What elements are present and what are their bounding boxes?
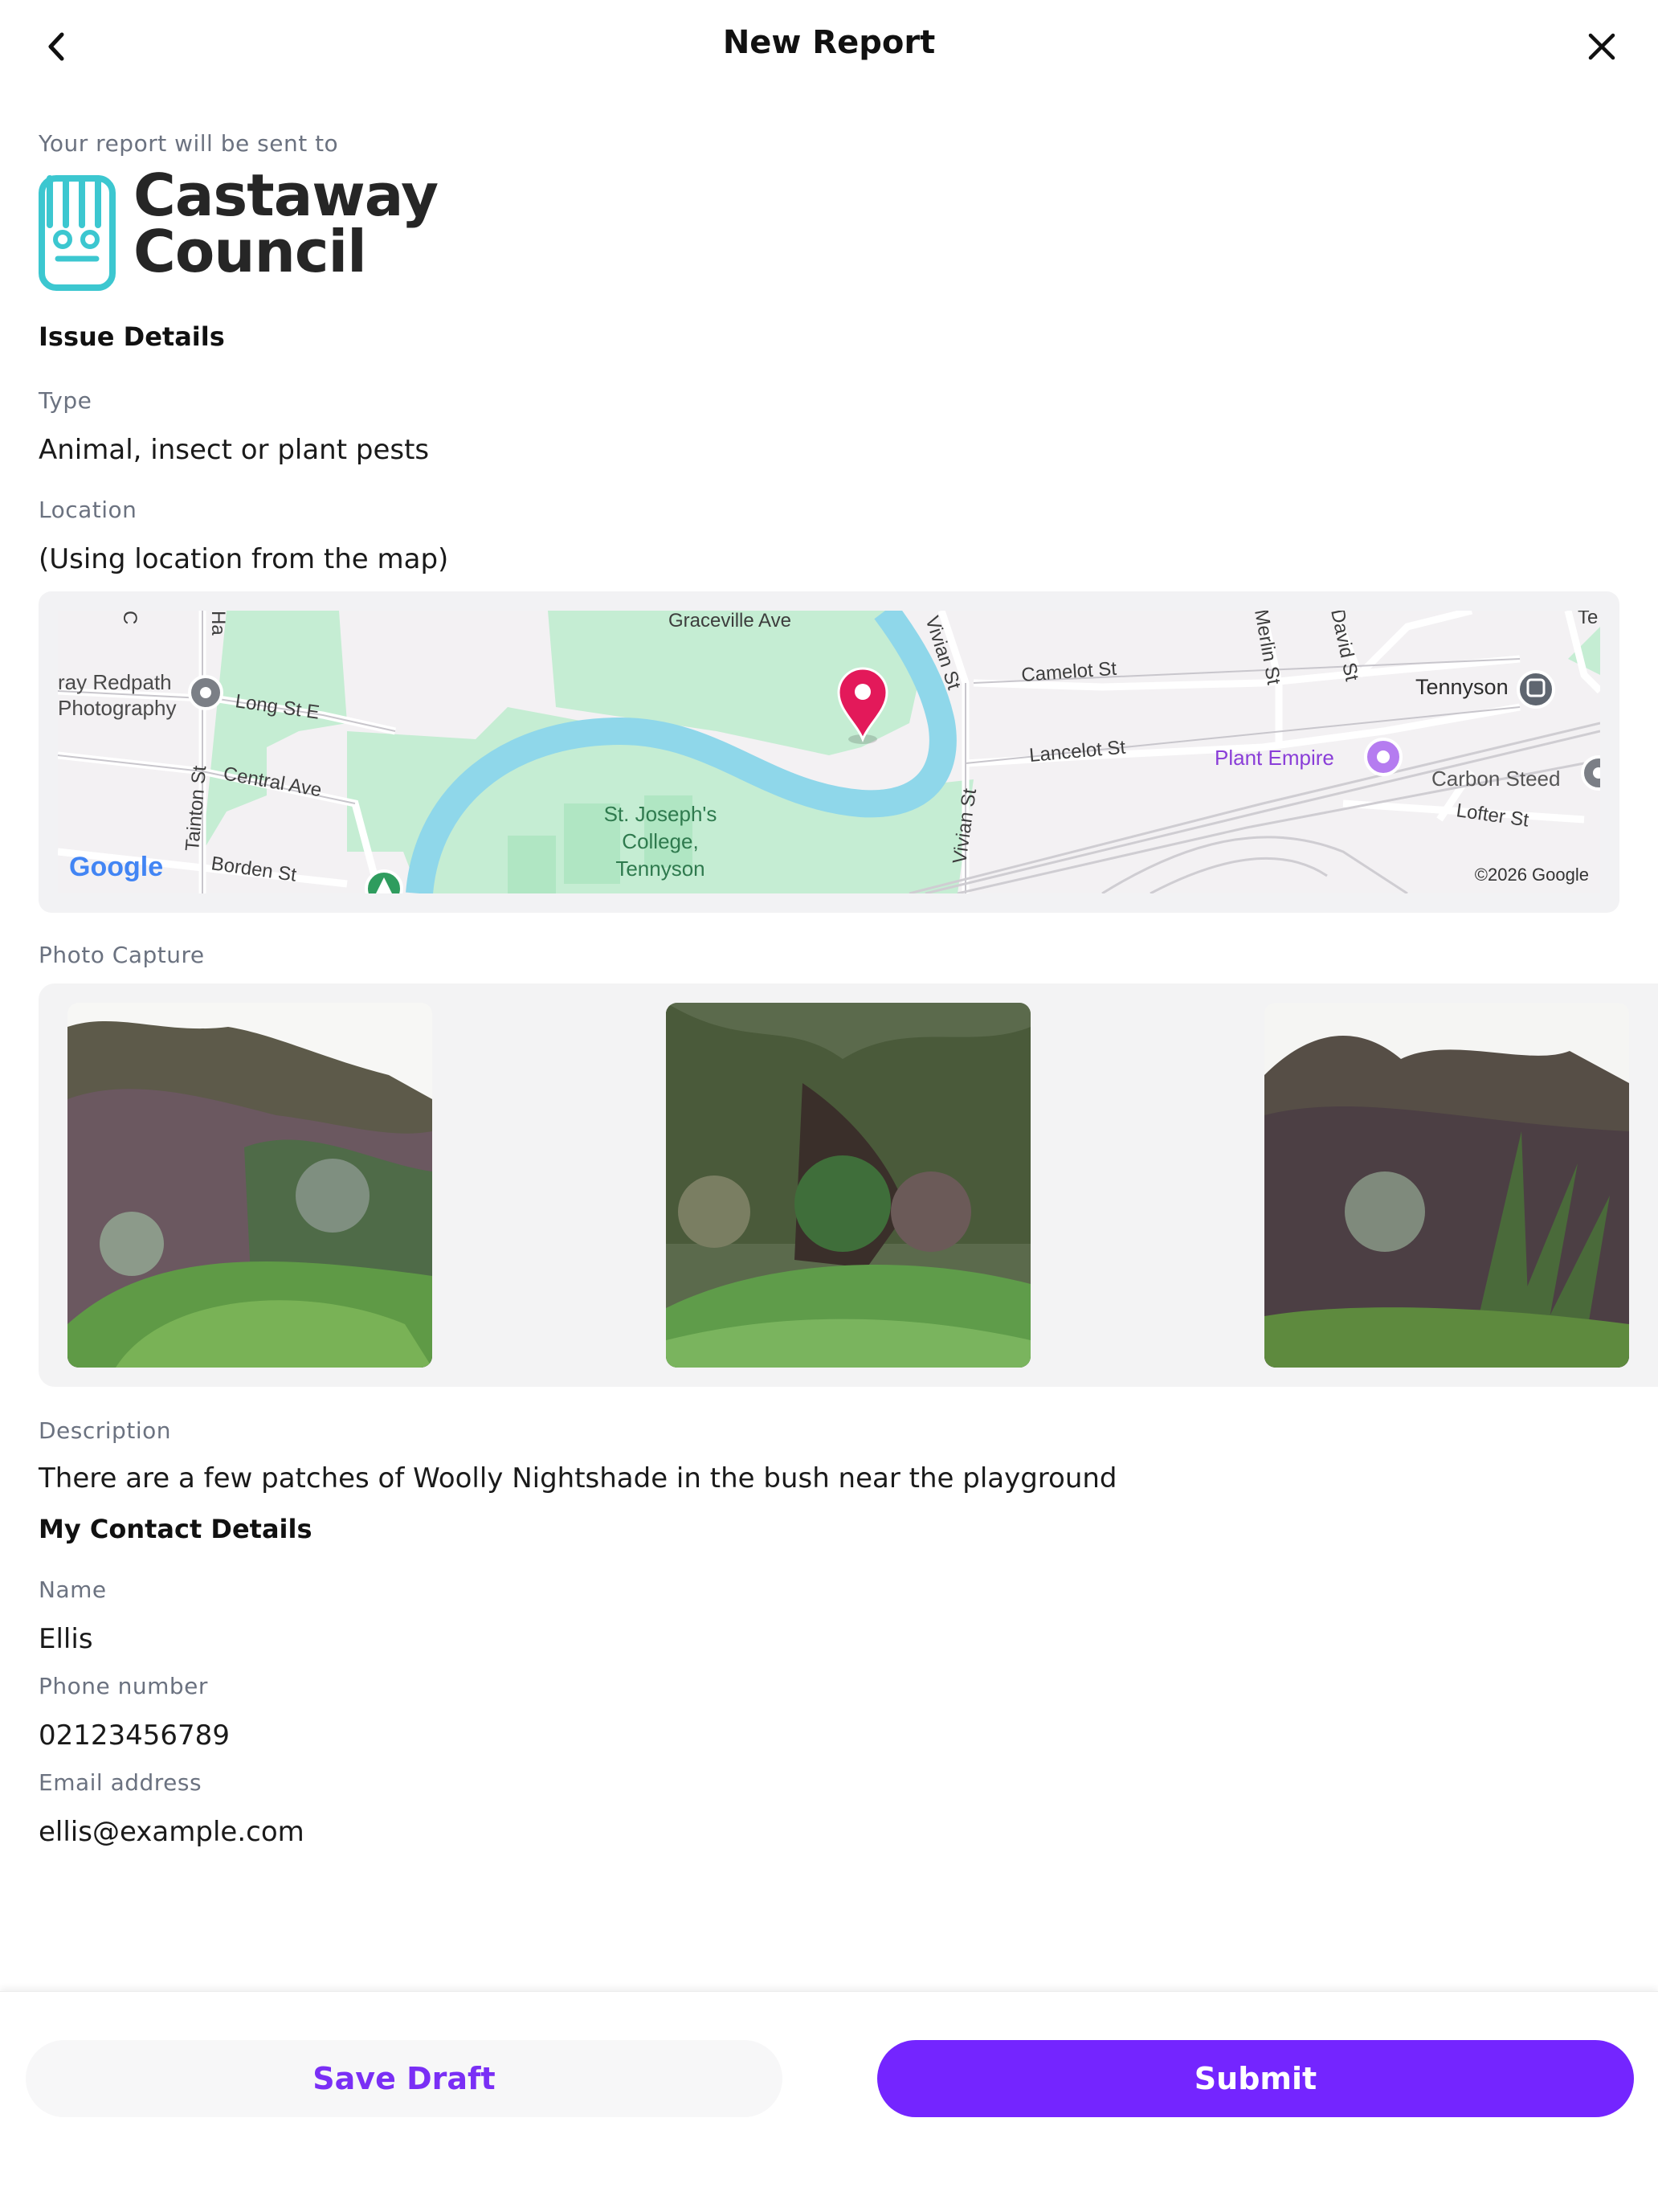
recipient-label: Your report will be sent to bbox=[39, 130, 339, 157]
plant-shop-icon[interactable] bbox=[1364, 738, 1403, 776]
poi-icon[interactable] bbox=[188, 675, 223, 710]
council-logo-icon bbox=[39, 175, 116, 291]
phone-value[interactable]: 02123456789 bbox=[39, 1719, 230, 1752]
map-place-label: Photography bbox=[58, 696, 176, 720]
email-value[interactable]: ellis@example.com bbox=[39, 1816, 304, 1848]
description-label: Description bbox=[39, 1417, 171, 1444]
map-street-label: Graceville Ave bbox=[668, 611, 791, 632]
save-draft-button[interactable]: Save Draft bbox=[26, 2040, 782, 2117]
close-icon bbox=[1588, 33, 1615, 60]
top-bar: New Report bbox=[0, 0, 1658, 96]
photo-carousel[interactable] bbox=[39, 983, 1658, 1387]
captured-photo-2[interactable] bbox=[666, 1003, 1031, 1368]
train-station-icon[interactable] bbox=[1517, 670, 1555, 709]
map-place-label: Tennyson bbox=[1415, 675, 1509, 699]
type-label: Type bbox=[39, 387, 92, 414]
council-name-line-1: Castaway bbox=[133, 162, 439, 229]
footer-bar: Save Draft Submit bbox=[0, 1991, 1658, 2212]
description-value[interactable]: There are a few patches of Woolly Nights… bbox=[39, 1462, 1117, 1494]
captured-photo-1[interactable] bbox=[67, 1003, 432, 1368]
map-place-label: Plant Empire bbox=[1215, 746, 1334, 770]
type-value[interactable]: Animal, insect or plant pests bbox=[39, 434, 429, 466]
map-street-label: C bbox=[119, 611, 141, 624]
google-logo: Google bbox=[69, 852, 163, 882]
map-place-label: College, bbox=[622, 829, 698, 853]
location-map[interactable]: Graceville Ave Vivian St Camelot St Merl… bbox=[39, 591, 1619, 913]
location-label: Location bbox=[39, 497, 137, 523]
sports-field bbox=[508, 836, 556, 893]
phone-label: Phone number bbox=[39, 1673, 208, 1699]
issue-details-heading: Issue Details bbox=[39, 321, 225, 352]
poi-icon[interactable] bbox=[1581, 755, 1600, 791]
location-value: (Using location from the map) bbox=[39, 543, 449, 575]
map-place-label: ray Redpath bbox=[58, 670, 172, 694]
map-copyright: ©2026 Google bbox=[1475, 865, 1589, 885]
captured-photo-3[interactable] bbox=[1264, 1003, 1629, 1368]
tree-icon bbox=[365, 869, 403, 893]
name-value[interactable]: Ellis bbox=[39, 1623, 93, 1655]
council-logo: Castaway Council bbox=[39, 166, 456, 291]
council-name: Castaway Council bbox=[133, 162, 439, 285]
page-title: New Report bbox=[722, 24, 936, 61]
map-place-label: Carbon Steed bbox=[1431, 767, 1560, 791]
photo-capture-label: Photo Capture bbox=[39, 942, 205, 968]
map-place-label: St. Joseph's bbox=[604, 802, 717, 826]
close-button[interactable] bbox=[1578, 22, 1626, 71]
council-name-line-2: Council bbox=[133, 218, 367, 285]
map-street-label: Te bbox=[1578, 611, 1598, 628]
map-place-label: Tennyson bbox=[615, 857, 704, 881]
contact-details-heading: My Contact Details bbox=[39, 1514, 312, 1544]
submit-button[interactable]: Submit bbox=[877, 2040, 1634, 2117]
map-street-label: Ha bbox=[207, 611, 229, 636]
name-label: Name bbox=[39, 1576, 107, 1603]
email-label: Email address bbox=[39, 1769, 202, 1796]
